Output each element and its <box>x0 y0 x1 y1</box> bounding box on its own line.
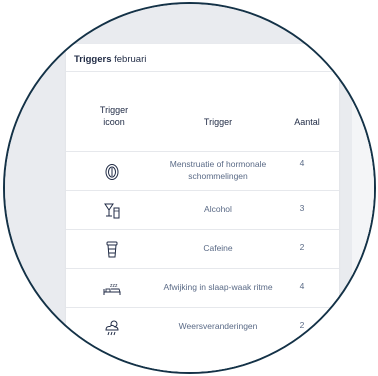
card-title-month: februari <box>111 54 147 65</box>
table-row: Weersveranderingen 2 <box>66 308 339 347</box>
circular-frame: Triggers februari Trigger icoon Trigger … <box>3 2 376 374</box>
alcohol-icon <box>102 201 122 221</box>
triggers-table-body: Menstruatie of hormonale schommelingen 4 <box>66 152 339 347</box>
header-trigger: Trigger <box>203 117 233 127</box>
trigger-count: 2 <box>299 320 305 330</box>
weather-cloud-icon <box>102 318 122 338</box>
adjacent-card-glyph <box>363 120 369 126</box>
page-background: Triggers februari Trigger icoon Trigger … <box>5 4 374 372</box>
table-row: zzz Afwijking in slaap-waak ritme 4 <box>66 269 339 308</box>
trigger-name: Afwijking in slaap-waak ritme <box>163 282 273 292</box>
trigger-name: Alcohol <box>204 204 232 214</box>
trigger-count: 4 <box>299 281 305 291</box>
trigger-name: Menstruatie of hormonale schommelingen <box>169 159 267 181</box>
sleep-bed-icon: zzz <box>102 279 122 299</box>
hormone-icon <box>102 162 122 182</box>
table-row: Menstruatie of hormonale schommelingen 4 <box>66 152 339 191</box>
trigger-count: 3 <box>299 203 305 213</box>
header-count: Aantal <box>294 117 320 127</box>
trigger-name: Weersveranderingen <box>178 321 258 331</box>
table-row: Cafeine 2 <box>66 230 339 269</box>
coffee-cup-icon <box>102 240 122 260</box>
triggers-card: Triggers februari Trigger icoon Trigger … <box>66 44 339 372</box>
table-header: Trigger icoon Trigger Aantal <box>66 104 339 152</box>
adjacent-card <box>352 102 374 352</box>
card-title: Triggers februari <box>66 44 339 72</box>
trigger-count: 4 <box>299 158 305 168</box>
table-row: Alcohol 3 <box>66 191 339 230</box>
trigger-name: Cafeine <box>203 243 233 253</box>
svg-text:zzz: zzz <box>110 283 118 289</box>
trigger-count: 2 <box>299 242 305 252</box>
card-title-bold: Triggers <box>74 54 112 65</box>
header-trigger-icon: Trigger icoon <box>99 105 129 127</box>
